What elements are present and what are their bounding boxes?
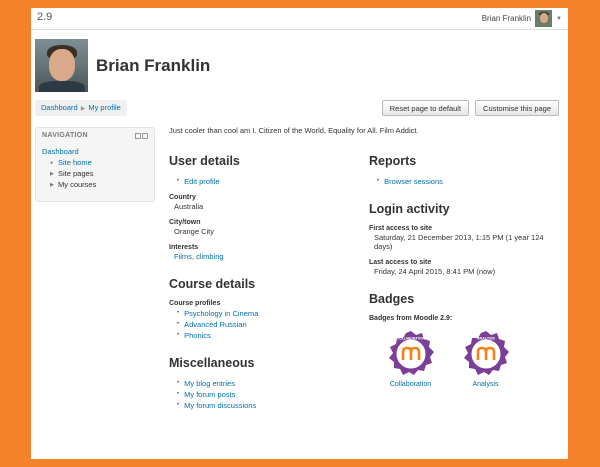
course-link[interactable]: Advanced Russian (177, 320, 359, 329)
badge-icon[interactable]: ANALYSIS (462, 330, 510, 378)
breadcrumb-dashboard[interactable]: Dashboard (41, 103, 78, 112)
badges-heading: Badges (369, 292, 415, 306)
svg-text:ANALYSIS: ANALYSIS (477, 337, 495, 341)
dock-icon[interactable] (135, 133, 141, 139)
course-profiles-label: Course profiles (169, 300, 221, 307)
nav-site-pages[interactable]: ▶ Site pages (50, 169, 148, 178)
user-menu[interactable]: Brian Franklin ▼ (482, 10, 562, 27)
nav-my-courses[interactable]: ▶ My courses (50, 180, 148, 189)
blog-entries-link[interactable]: My blog entries (177, 379, 359, 388)
badge-label[interactable]: Analysis (458, 381, 513, 388)
chevron-right-icon: ▶ (80, 106, 86, 112)
badge-icon[interactable]: COLLABORATION (387, 330, 435, 378)
city-field: City/town Orange City (169, 219, 215, 236)
profile-picture (35, 39, 88, 92)
right-column: Reports Browser sessions Login activity … (369, 154, 559, 388)
reports-heading: Reports (369, 154, 417, 168)
expand-arrow-icon: ▶ (50, 170, 54, 177)
forum-discussions-link[interactable]: My forum discussions (177, 401, 359, 410)
first-access-field: First access to site Saturday, 21 Decemb… (369, 225, 544, 251)
block-controls (135, 133, 148, 139)
user-details-heading: User details (169, 154, 240, 168)
login-activity-heading: Login activity (369, 202, 450, 216)
nav-dashboard[interactable]: Dashboard (42, 147, 148, 156)
country-field: Country Australia (169, 194, 204, 211)
site-version[interactable]: 2.9 (37, 11, 52, 23)
badge-label[interactable]: Collaboration (383, 381, 438, 388)
interests-link[interactable]: Films, climbing (174, 252, 359, 261)
miscellaneous-heading: Miscellaneous (169, 356, 255, 370)
badge-list: COLLABORATION Collaboration ANALYSIS Ana… (383, 330, 559, 388)
collapse-icon[interactable] (142, 133, 148, 139)
top-navbar: 2.9 Brian Franklin ▼ (31, 8, 568, 30)
chevron-down-icon[interactable]: ▼ (556, 16, 562, 22)
course-link[interactable]: Phonics (177, 331, 359, 340)
last-access-field: Last access to site Friday, 24 April 201… (369, 259, 496, 276)
edit-profile-link[interactable]: Edit profile (177, 177, 359, 186)
course-link[interactable]: Psychology in Cinema (177, 309, 359, 318)
breadcrumb-my-profile[interactable]: My profile (88, 103, 121, 112)
forum-posts-link[interactable]: My forum posts (177, 390, 359, 399)
navigation-title: NAVIGATION (42, 132, 88, 139)
nav-site-home[interactable]: ● Site home (50, 158, 148, 167)
customise-page-button[interactable]: Customise this page (475, 100, 559, 116)
breadcrumb: Dashboard ▶ My profile (35, 100, 127, 116)
badges-from-label: Badges from Moodle 2.9: (369, 315, 453, 322)
badge-analysis[interactable]: ANALYSIS Analysis (458, 330, 513, 388)
svg-text:COLLABORATION: COLLABORATION (397, 337, 425, 341)
moodle-window: 2.9 Brian Franklin ▼ Brian Franklin Dash… (31, 8, 568, 459)
bullet-icon: ● (50, 159, 54, 166)
page-actions: Reset page to default Customise this pag… (381, 100, 559, 116)
profile-description: Just cooler than cool am I. Citizen of t… (169, 126, 419, 135)
user-menu-name[interactable]: Brian Franklin (482, 14, 531, 23)
course-details-heading: Course details (169, 277, 256, 291)
page-title: Brian Franklin (96, 55, 211, 75)
user-avatar-small[interactable] (535, 10, 553, 27)
browser-sessions-link[interactable]: Browser sessions (377, 177, 559, 186)
navigation-block: NAVIGATION Dashboard ● Site home ▶ Site pa… (35, 127, 155, 202)
profile-header: Brian Franklin (35, 39, 210, 92)
reset-page-button[interactable]: Reset page to default (381, 100, 470, 116)
expand-arrow-icon: ▶ (50, 181, 54, 188)
interests-field: Interests Films, climbing (169, 244, 359, 261)
badge-collaboration[interactable]: COLLABORATION Collaboration (383, 330, 438, 388)
left-column: User details Edit profile Country Austra… (169, 154, 359, 412)
